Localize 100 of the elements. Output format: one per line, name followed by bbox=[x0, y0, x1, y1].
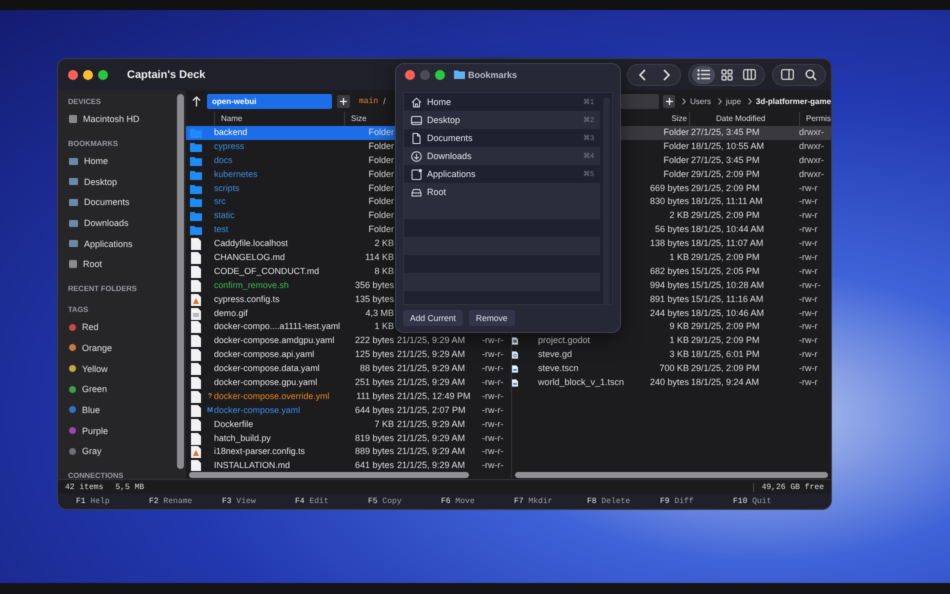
sidebar-item[interactable]: Gray bbox=[68, 440, 186, 462]
file-row[interactable]: confirm_remove.sh 356 bytes bbox=[186, 278, 511, 293]
file-row[interactable]: CODE_OF_CONDUCT.md 8 KB bbox=[186, 264, 511, 279]
minimize-button[interactable] bbox=[83, 70, 93, 80]
grid-icon bbox=[720, 68, 732, 80]
bookmark-item[interactable]: Root bbox=[404, 183, 600, 201]
function-key-button[interactable]: F2 Rename bbox=[149, 494, 192, 509]
file-name: cypress bbox=[214, 140, 246, 153]
file-row[interactable]: i18next-parser.config.ts 889 bytes 21/1/25, 9:29 AM -rw-r- bbox=[186, 445, 511, 460]
file-size: Folder bbox=[367, 182, 394, 195]
file-size: 125 bytes bbox=[354, 348, 394, 362]
column-header[interactable]: Size bbox=[633, 112, 689, 126]
sidebar-item[interactable]: Orange bbox=[68, 338, 186, 358]
function-key-button[interactable]: F9 Diff bbox=[660, 494, 694, 509]
file-size: 819 bytes bbox=[354, 432, 394, 445]
document-icon bbox=[191, 321, 201, 334]
sidebar-item[interactable]: Desktop bbox=[68, 171, 186, 192]
sidebar-item[interactable]: Macintosh HD bbox=[68, 109, 186, 130]
modified-date: 29/1/25, 2:09 PM bbox=[690, 320, 761, 334]
file-row[interactable]: project.godot 1 KB 29/1/25, 2:09 PM -rw-r bbox=[512, 334, 831, 348]
sidebar-item[interactable]: Applications bbox=[68, 233, 186, 254]
file-row[interactable]: CHANGELOG.md 114 KB bbox=[186, 251, 511, 265]
file-size: Folder bbox=[367, 126, 394, 139]
modified-date: 29/1/25, 2:09 PM bbox=[690, 362, 761, 376]
scrollbar[interactable] bbox=[177, 94, 184, 469]
function-key-button[interactable]: F4 Edit bbox=[295, 494, 329, 509]
function-key-button[interactable]: F8 Delete bbox=[587, 494, 630, 509]
sidebar-item[interactable]: Green bbox=[68, 378, 186, 400]
zoom-button[interactable] bbox=[98, 70, 108, 80]
image-document-icon bbox=[191, 308, 201, 320]
sidebar-item[interactable]: Blue bbox=[68, 400, 186, 420]
sidebar-item[interactable]: Red bbox=[68, 316, 186, 338]
file-row[interactable]: INSTALLATION.md 641 bytes 21/1/25, 9:29 AM -rw-r- bbox=[186, 459, 511, 471]
file-row[interactable]: hatch_build.py 819 bytes 21/1/25, 9:29 AM -rw-r- bbox=[186, 432, 511, 446]
permissions: drwxr- bbox=[799, 126, 825, 139]
modified-date: 27/1/25, 3:45 PM bbox=[690, 154, 761, 167]
file-size: 830 bytes bbox=[648, 195, 689, 208]
sidebar-item[interactable]: Downloads bbox=[68, 212, 186, 234]
sidebar-item[interactable]: Root bbox=[68, 254, 186, 275]
file-row[interactable]: docker-compose.amdgpu.yaml 222 bytes 21/1/25, 9:29 AM -rw-r- bbox=[186, 334, 511, 348]
up-arrow-icon[interactable] bbox=[192, 96, 201, 106]
sidebar-item[interactable]: Documents bbox=[68, 192, 186, 213]
modified-date: 15/1/25, 10:28 AM bbox=[690, 278, 766, 292]
permissions: -rw-r bbox=[799, 320, 818, 334]
breadcrumb-item[interactable]: jupe bbox=[726, 96, 742, 106]
function-key-button[interactable]: F7 Mkdir bbox=[514, 494, 552, 509]
file-row[interactable]: docker-compose.data.yaml 88 bytes 21/1/25, 9:29 AM -rw-r- bbox=[186, 362, 511, 376]
file-size: 2 KB bbox=[668, 209, 689, 222]
file-row[interactable]: world_block_v_1.tscn 240 bytes 18/1/25, 9:24 AM -rw-r bbox=[512, 376, 831, 390]
add-current-button[interactable]: Add Current bbox=[403, 310, 463, 326]
permissions: -rw-r bbox=[799, 209, 818, 222]
sidebar-item[interactable]: Yellow bbox=[68, 358, 186, 379]
close-button[interactable] bbox=[405, 70, 415, 80]
file-row[interactable]: Caddyfile.localhost 2 KB bbox=[186, 237, 511, 252]
scrollbar[interactable] bbox=[515, 472, 828, 478]
file-row[interactable]: cypress.config.ts 135 bytes bbox=[186, 292, 511, 307]
modified-date: 18/1/25, 11:11 AM bbox=[690, 195, 764, 208]
function-key-button[interactable]: F3 View bbox=[222, 494, 256, 509]
new-tab-button[interactable] bbox=[337, 94, 350, 108]
file-row[interactable]: Dockerfile 7 KB 21/1/25, 9:29 AM -rw-r- bbox=[186, 418, 511, 432]
file-row[interactable]: docker-compose.gpu.yaml 251 bytes 21/1/25, 9:29 AM -rw-r- bbox=[186, 376, 511, 390]
close-button[interactable] bbox=[68, 70, 78, 80]
folder-icon bbox=[190, 170, 202, 180]
file-name: docker-compose.gpu.yaml bbox=[214, 376, 318, 390]
zoom-button[interactable] bbox=[435, 70, 445, 80]
desktop-icon bbox=[411, 114, 422, 126]
breadcrumb-item[interactable]: 3d-platformer-game bbox=[756, 96, 831, 106]
file-row[interactable]: docker-compose.api.yaml 125 bytes 21/1/25, 9:29 AM -rw-r- bbox=[186, 348, 511, 362]
file-size: Folder bbox=[662, 154, 689, 167]
breadcrumb-item[interactable]: Users bbox=[690, 96, 712, 106]
path-field[interactable]: open-webui bbox=[207, 94, 332, 108]
file-size: 138 bytes bbox=[648, 237, 689, 250]
file-row[interactable]: steve.gd 3 KB 18/1/25, 6:01 PM -rw-r bbox=[512, 348, 831, 362]
file-name: docs bbox=[214, 154, 234, 167]
file-size: 644 bytes bbox=[354, 404, 394, 417]
file-name: demo.gif bbox=[214, 306, 249, 320]
scrollbar[interactable] bbox=[189, 472, 469, 478]
sidebar-item[interactable]: Purple bbox=[68, 420, 186, 441]
file-size: 135 bytes bbox=[354, 292, 394, 306]
function-key-button[interactable]: F1 Help bbox=[76, 494, 110, 509]
function-key-button[interactable]: F10 Quit bbox=[733, 494, 772, 509]
file-row[interactable]: test Folder bbox=[186, 223, 511, 238]
file-row[interactable]: steve.tscn 700 KB 29/1/25, 2:09 PM -rw-r bbox=[512, 362, 831, 376]
column-header[interactable]: Date Modified bbox=[716, 114, 766, 123]
sidebar-item[interactable]: Home bbox=[68, 150, 186, 172]
remove-button[interactable]: Remove bbox=[468, 310, 514, 326]
file-size: Folder bbox=[367, 168, 394, 181]
file-name: docker-compose.yaml bbox=[214, 404, 302, 417]
function-key-button[interactable]: F5 Copy bbox=[368, 494, 402, 509]
modified-date: 21/1/25, 9:29 AM bbox=[397, 432, 466, 443]
new-tab-button[interactable] bbox=[662, 94, 676, 108]
document-icon bbox=[191, 418, 201, 431]
function-key-button[interactable]: F6 Move bbox=[441, 494, 475, 509]
permissions: -rw-r bbox=[799, 182, 818, 195]
search-icon bbox=[804, 68, 816, 80]
window-title: Captain's Deck bbox=[127, 68, 206, 80]
file-row[interactable]: static Folder bbox=[186, 209, 511, 224]
file-size: Folder bbox=[367, 195, 394, 208]
file-name: kubernetes bbox=[214, 168, 259, 181]
list-view-button[interactable] bbox=[692, 66, 715, 84]
